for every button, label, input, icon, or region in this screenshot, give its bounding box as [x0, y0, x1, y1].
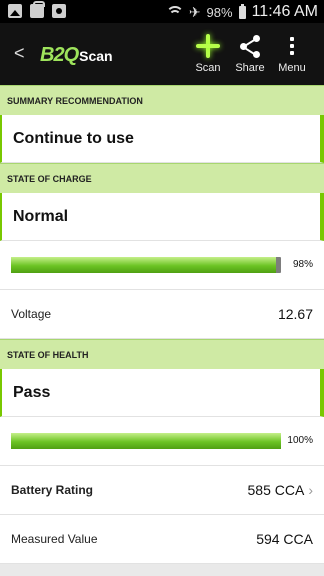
- charge-progress-bar: [11, 257, 281, 273]
- charge-percent: 98%: [292, 259, 313, 270]
- clock: 11:46 AM: [251, 3, 318, 20]
- battery-rating-value-wrap: 585 CCA ›: [248, 482, 313, 498]
- results-list: SUMMARY RECOMMENDATION Continue to use S…: [0, 85, 324, 564]
- notification-icons: [8, 1, 66, 18]
- logo-mark: B2Q: [40, 44, 79, 66]
- chevron-right-icon: ›: [308, 482, 313, 498]
- overflow-menu-icon: [279, 33, 305, 59]
- share-icon: [237, 33, 263, 59]
- camera-icon: [52, 4, 66, 18]
- menu-button[interactable]: Menu: [270, 33, 314, 74]
- app-bar: < B2Q Scan Scan Share Menu: [0, 23, 324, 85]
- scan-button[interactable]: Scan: [186, 33, 230, 74]
- charge-status: Normal: [0, 193, 324, 241]
- battery-rating-label: Battery Rating: [11, 483, 94, 497]
- voltage-label: Voltage: [11, 307, 52, 321]
- shopping-bag-icon: [30, 1, 45, 18]
- gallery-icon: [8, 4, 22, 18]
- status-bar: ✈ 98% 11:46 AM: [0, 0, 324, 23]
- share-button[interactable]: Share: [228, 33, 272, 74]
- wifi-icon: [165, 5, 184, 19]
- health-header: STATE OF HEALTH: [0, 339, 324, 369]
- health-status: Pass: [0, 369, 324, 417]
- charge-header: STATE OF CHARGE: [0, 163, 324, 193]
- share-label: Share: [235, 62, 265, 74]
- health-percent: 100%: [287, 435, 313, 446]
- charge-progress-fill: [11, 257, 276, 273]
- voltage-value: 12.67: [277, 306, 313, 322]
- battery-icon: [238, 3, 246, 19]
- voltage-row: Voltage 12.67: [0, 290, 324, 339]
- battery-rating-row[interactable]: Battery Rating 585 CCA ›: [0, 466, 324, 515]
- system-indicators: ✈ 98% 11:46 AM: [165, 3, 318, 21]
- plus-icon: [195, 33, 221, 59]
- summary-header: SUMMARY RECOMMENDATION: [0, 85, 324, 115]
- battery-rating-value: 585 CCA: [247, 482, 305, 498]
- charge-bar-row: 98%: [0, 241, 324, 290]
- scan-label: Scan: [195, 62, 221, 74]
- measured-value-label: Measured Value: [11, 532, 98, 546]
- measured-value-row: Measured Value 594 CCA: [0, 515, 324, 564]
- logo-text: Scan: [79, 48, 113, 64]
- airplane-icon: ✈: [188, 3, 201, 20]
- battery-percent: 98%: [206, 4, 233, 20]
- summary-value: Continue to use: [0, 115, 324, 163]
- health-progress-fill: [11, 433, 281, 449]
- health-progress-bar: [11, 433, 281, 449]
- back-icon[interactable]: <: [14, 43, 25, 64]
- health-bar-row: 100%: [0, 417, 324, 466]
- app-logo: B2Q Scan: [40, 44, 113, 67]
- measured-value: 594 CCA: [256, 531, 313, 547]
- menu-label: Menu: [278, 62, 306, 74]
